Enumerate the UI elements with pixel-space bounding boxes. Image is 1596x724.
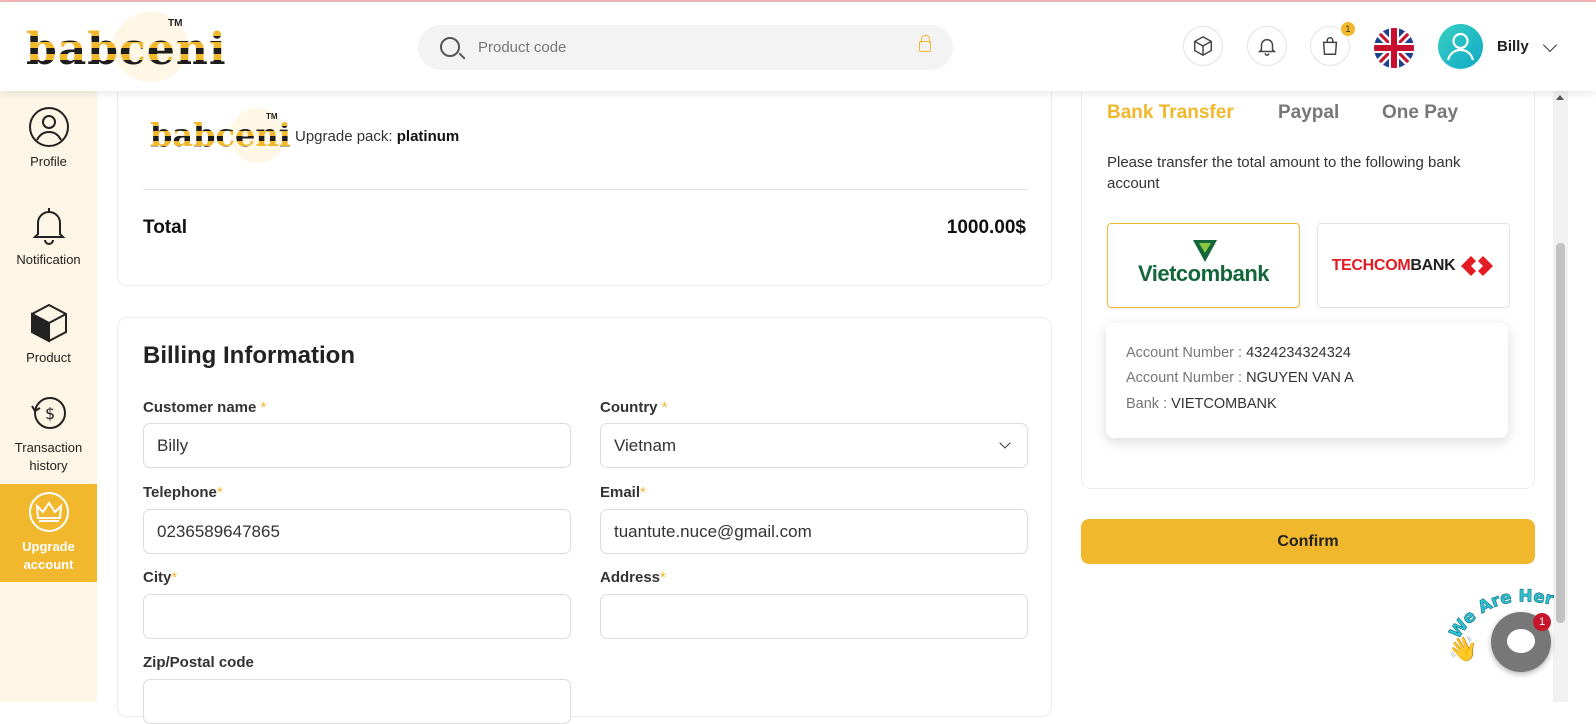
total-label: Total (143, 217, 187, 238)
sidebar-item-product[interactable]: Product (0, 301, 97, 367)
address-label: Address* (600, 569, 666, 586)
chat-bubble-icon (1507, 629, 1535, 653)
search-icon[interactable] (440, 37, 460, 57)
sidebar-item-label: Transaction history (14, 440, 83, 473)
vietcombank-name: Vietcombank (1137, 260, 1270, 286)
logo-trademark: TM (168, 18, 183, 29)
account-details-card: Account Number : 4324234324324 Account N… (1106, 323, 1508, 438)
upgrade-pack-value: platinum (396, 128, 460, 145)
svg-text:$: $ (45, 404, 55, 423)
tab-one-pay[interactable]: One Pay (1382, 102, 1458, 124)
zip-label: Zip/Postal code (143, 654, 254, 671)
cart-badge: 1 (1341, 22, 1355, 36)
user-icon (1446, 32, 1475, 61)
logo-wordmark: babceni (26, 24, 227, 75)
divider (143, 189, 1028, 190)
chevron-down-icon[interactable] (1542, 37, 1558, 53)
country-value: Vietnam (614, 436, 677, 455)
customer-name-field[interactable]: Billy (143, 423, 571, 468)
chevron-down-icon (999, 437, 1011, 449)
customer-name-label: Customer name * (143, 399, 267, 416)
user-circle-icon (28, 107, 69, 147)
transfer-instruction: Please transfer the total amount to the … (1107, 154, 1461, 192)
sidebar-item-label: Notification (16, 252, 81, 267)
box-icon (1194, 35, 1212, 57)
avatar[interactable] (1438, 24, 1483, 69)
billing-title: Billing Information (143, 342, 355, 369)
waving-hand-icon: 👋 (1448, 636, 1478, 663)
tab-bank-transfer[interactable]: Bank Transfer (1107, 102, 1234, 124)
logo-trademark: TM (266, 112, 278, 121)
sidebar-item-upgrade-account[interactable]: Upgrade account (0, 484, 97, 582)
scroll-up-arrow-icon[interactable] (1556, 95, 1564, 100)
city-label: City* (143, 569, 178, 586)
top-bar: babceni TM 1 Billy (0, 2, 1596, 91)
scroll-thumb[interactable] (1556, 243, 1565, 623)
account-holder-row: Account Number : NGUYEN VAN A (1126, 370, 1354, 386)
uk-flag-icon[interactable] (1374, 28, 1414, 68)
search-input[interactable] (478, 25, 898, 70)
bell-icon (1257, 38, 1277, 56)
sidebar: Profile Notification Product $ Transacti… (0, 91, 97, 702)
box-icon (30, 303, 67, 343)
notifications-button[interactable] (1247, 26, 1287, 66)
sidebar-item-profile[interactable]: Profile (0, 105, 97, 171)
bank-name-row: Bank : VIETCOMBANK (1126, 396, 1277, 412)
total-value: 1000.00$ (946, 217, 1026, 238)
payment-method-card: Bank Transfer Paypal One Pay Please tran… (1081, 82, 1535, 489)
techcombank-logo-icon (1461, 255, 1494, 276)
chat-badge: 1 (1533, 613, 1551, 631)
country-select[interactable]: Vietnam (600, 423, 1028, 468)
address-field[interactable] (600, 594, 1028, 639)
account-number-row: Account Number : 4324234324324 (1126, 345, 1351, 361)
crown-icon (28, 492, 69, 532)
sidebar-item-notification[interactable]: Notification (0, 203, 97, 269)
upgrade-pack: Upgrade pack: platinum (295, 128, 459, 145)
order-summary-card: babceni TM Upgrade pack: platinum Total … (117, 70, 1052, 286)
confirm-button[interactable]: Confirm (1081, 519, 1535, 564)
search-bar (418, 25, 953, 70)
chat-widget[interactable]: We Are Here! 👋 1 (1448, 585, 1558, 675)
sidebar-item-transaction-history[interactable]: $ Transaction history (0, 391, 97, 475)
telephone-field[interactable]: 0236589647865 (143, 509, 571, 554)
tab-paypal[interactable]: Paypal (1278, 102, 1339, 124)
sidebar-item-label: Product (26, 350, 71, 365)
brand-logo[interactable]: babceni TM (18, 12, 226, 82)
city-field[interactable] (143, 594, 571, 639)
upgrade-pack-label: Upgrade pack: (295, 128, 393, 145)
country-label: Country * (600, 399, 668, 416)
billing-information-card: Billing Information Customer name * Bill… (117, 317, 1052, 724)
telephone-label: Telephone* (143, 484, 223, 501)
product-logo: babceni TM (148, 108, 291, 163)
bank-option-vietcombank[interactable]: Vietcombank (1107, 223, 1300, 308)
lock-icon (919, 35, 931, 52)
bank-option-techcombank[interactable]: TECHCOMBANK (1317, 223, 1510, 308)
transaction-history-icon: $ (30, 397, 66, 429)
email-field[interactable]: tuantute.nuce@gmail.com (600, 509, 1028, 554)
email-label: Email* (600, 484, 646, 501)
products-button[interactable] (1183, 26, 1223, 66)
bell-icon (32, 208, 65, 245)
sidebar-item-label: Profile (30, 154, 67, 169)
sidebar-item-label: Upgrade account (22, 539, 75, 572)
shopping-bag-icon (1322, 37, 1338, 55)
logo-wordmark: babceni (150, 116, 291, 154)
techcombank-name: TECHCOMBANK (1331, 256, 1456, 274)
username[interactable]: Billy (1497, 38, 1529, 55)
